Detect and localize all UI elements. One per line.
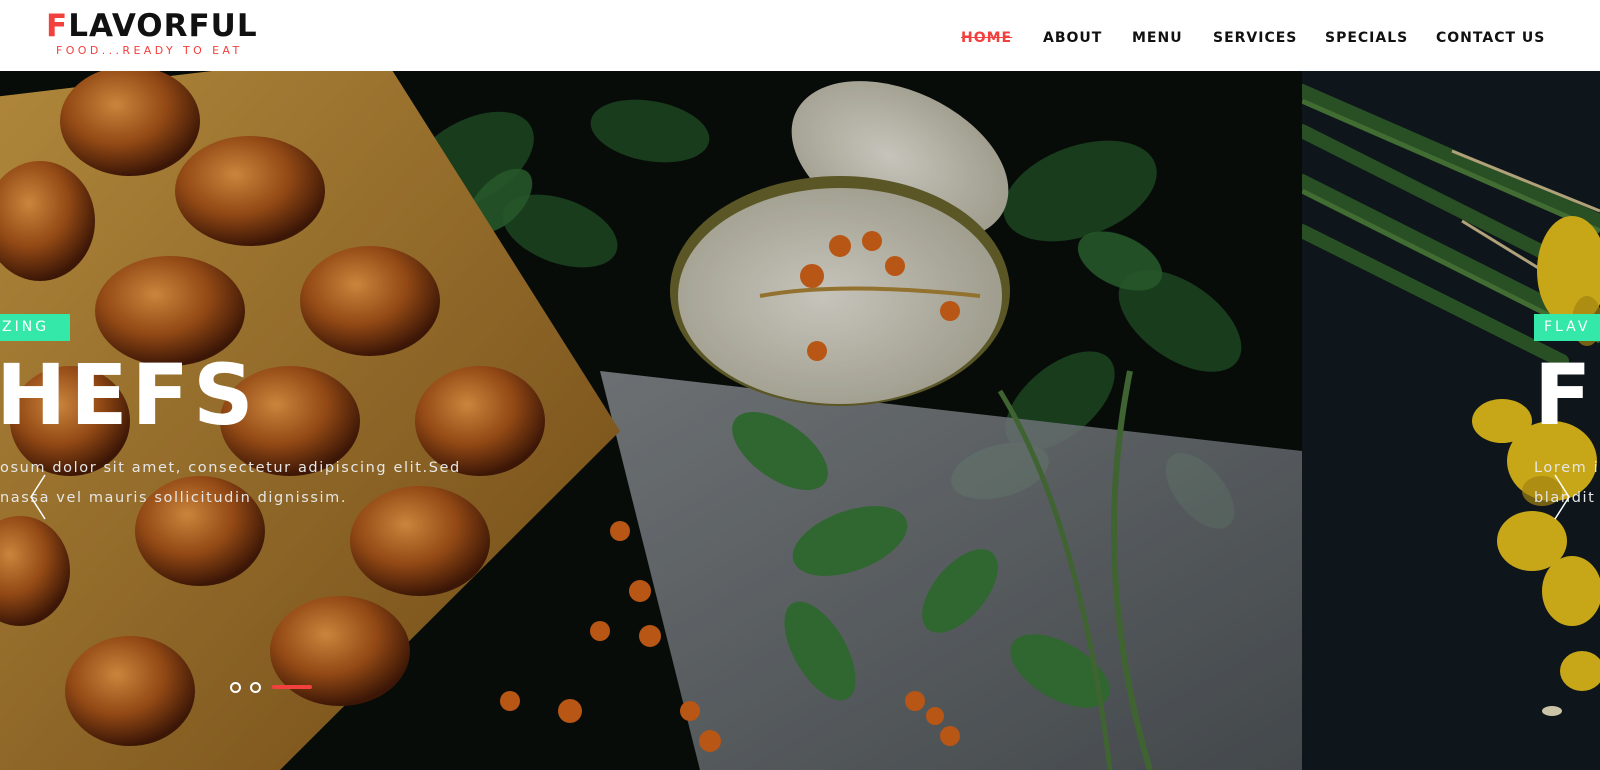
chevron-left-icon[interactable]	[28, 473, 48, 521]
main-nav: HOME ABOUT MENU SERVICES SPECIALS CONTAC…	[0, 30, 1600, 50]
nav-contact-us[interactable]: CONTACT US	[1436, 30, 1545, 46]
nav-home[interactable]: HOME	[961, 30, 1012, 46]
slide-current: ZING HEFS osum dolor sit amet, consectet…	[0, 71, 1302, 770]
nav-specials[interactable]: SPECIALS	[1325, 30, 1408, 46]
carousel-dot-2[interactable]	[250, 682, 261, 693]
next-slide-badge: FLAV	[1534, 314, 1600, 341]
nav-menu[interactable]: MENU	[1132, 30, 1183, 46]
nav-services[interactable]: SERVICES	[1213, 30, 1297, 46]
next-slide-headline: F	[1534, 346, 1596, 444]
slide-text-line-2: nassa vel mauris sollicitudin dignissim.	[0, 490, 348, 506]
slide-badge: ZING	[0, 314, 70, 341]
slide-headline: HEFS	[0, 346, 258, 444]
chevron-right-icon[interactable]	[1552, 473, 1572, 521]
hero-slider[interactable]: ZING HEFS osum dolor sit amet, consectet…	[0, 71, 1600, 770]
site-header: FLAVORFUL FOOD...READY TO EAT HOME ABOUT…	[0, 0, 1600, 71]
carousel-dot-1[interactable]	[230, 682, 241, 693]
nav-about[interactable]: ABOUT	[1043, 30, 1102, 46]
slide-text-line-1: osum dolor sit amet, consectetur adipisc…	[0, 460, 461, 476]
slide-next: FLAV F Lorem i blandit	[1302, 71, 1600, 770]
carousel-dots	[230, 681, 320, 695]
carousel-dot-3-active[interactable]	[272, 685, 312, 689]
